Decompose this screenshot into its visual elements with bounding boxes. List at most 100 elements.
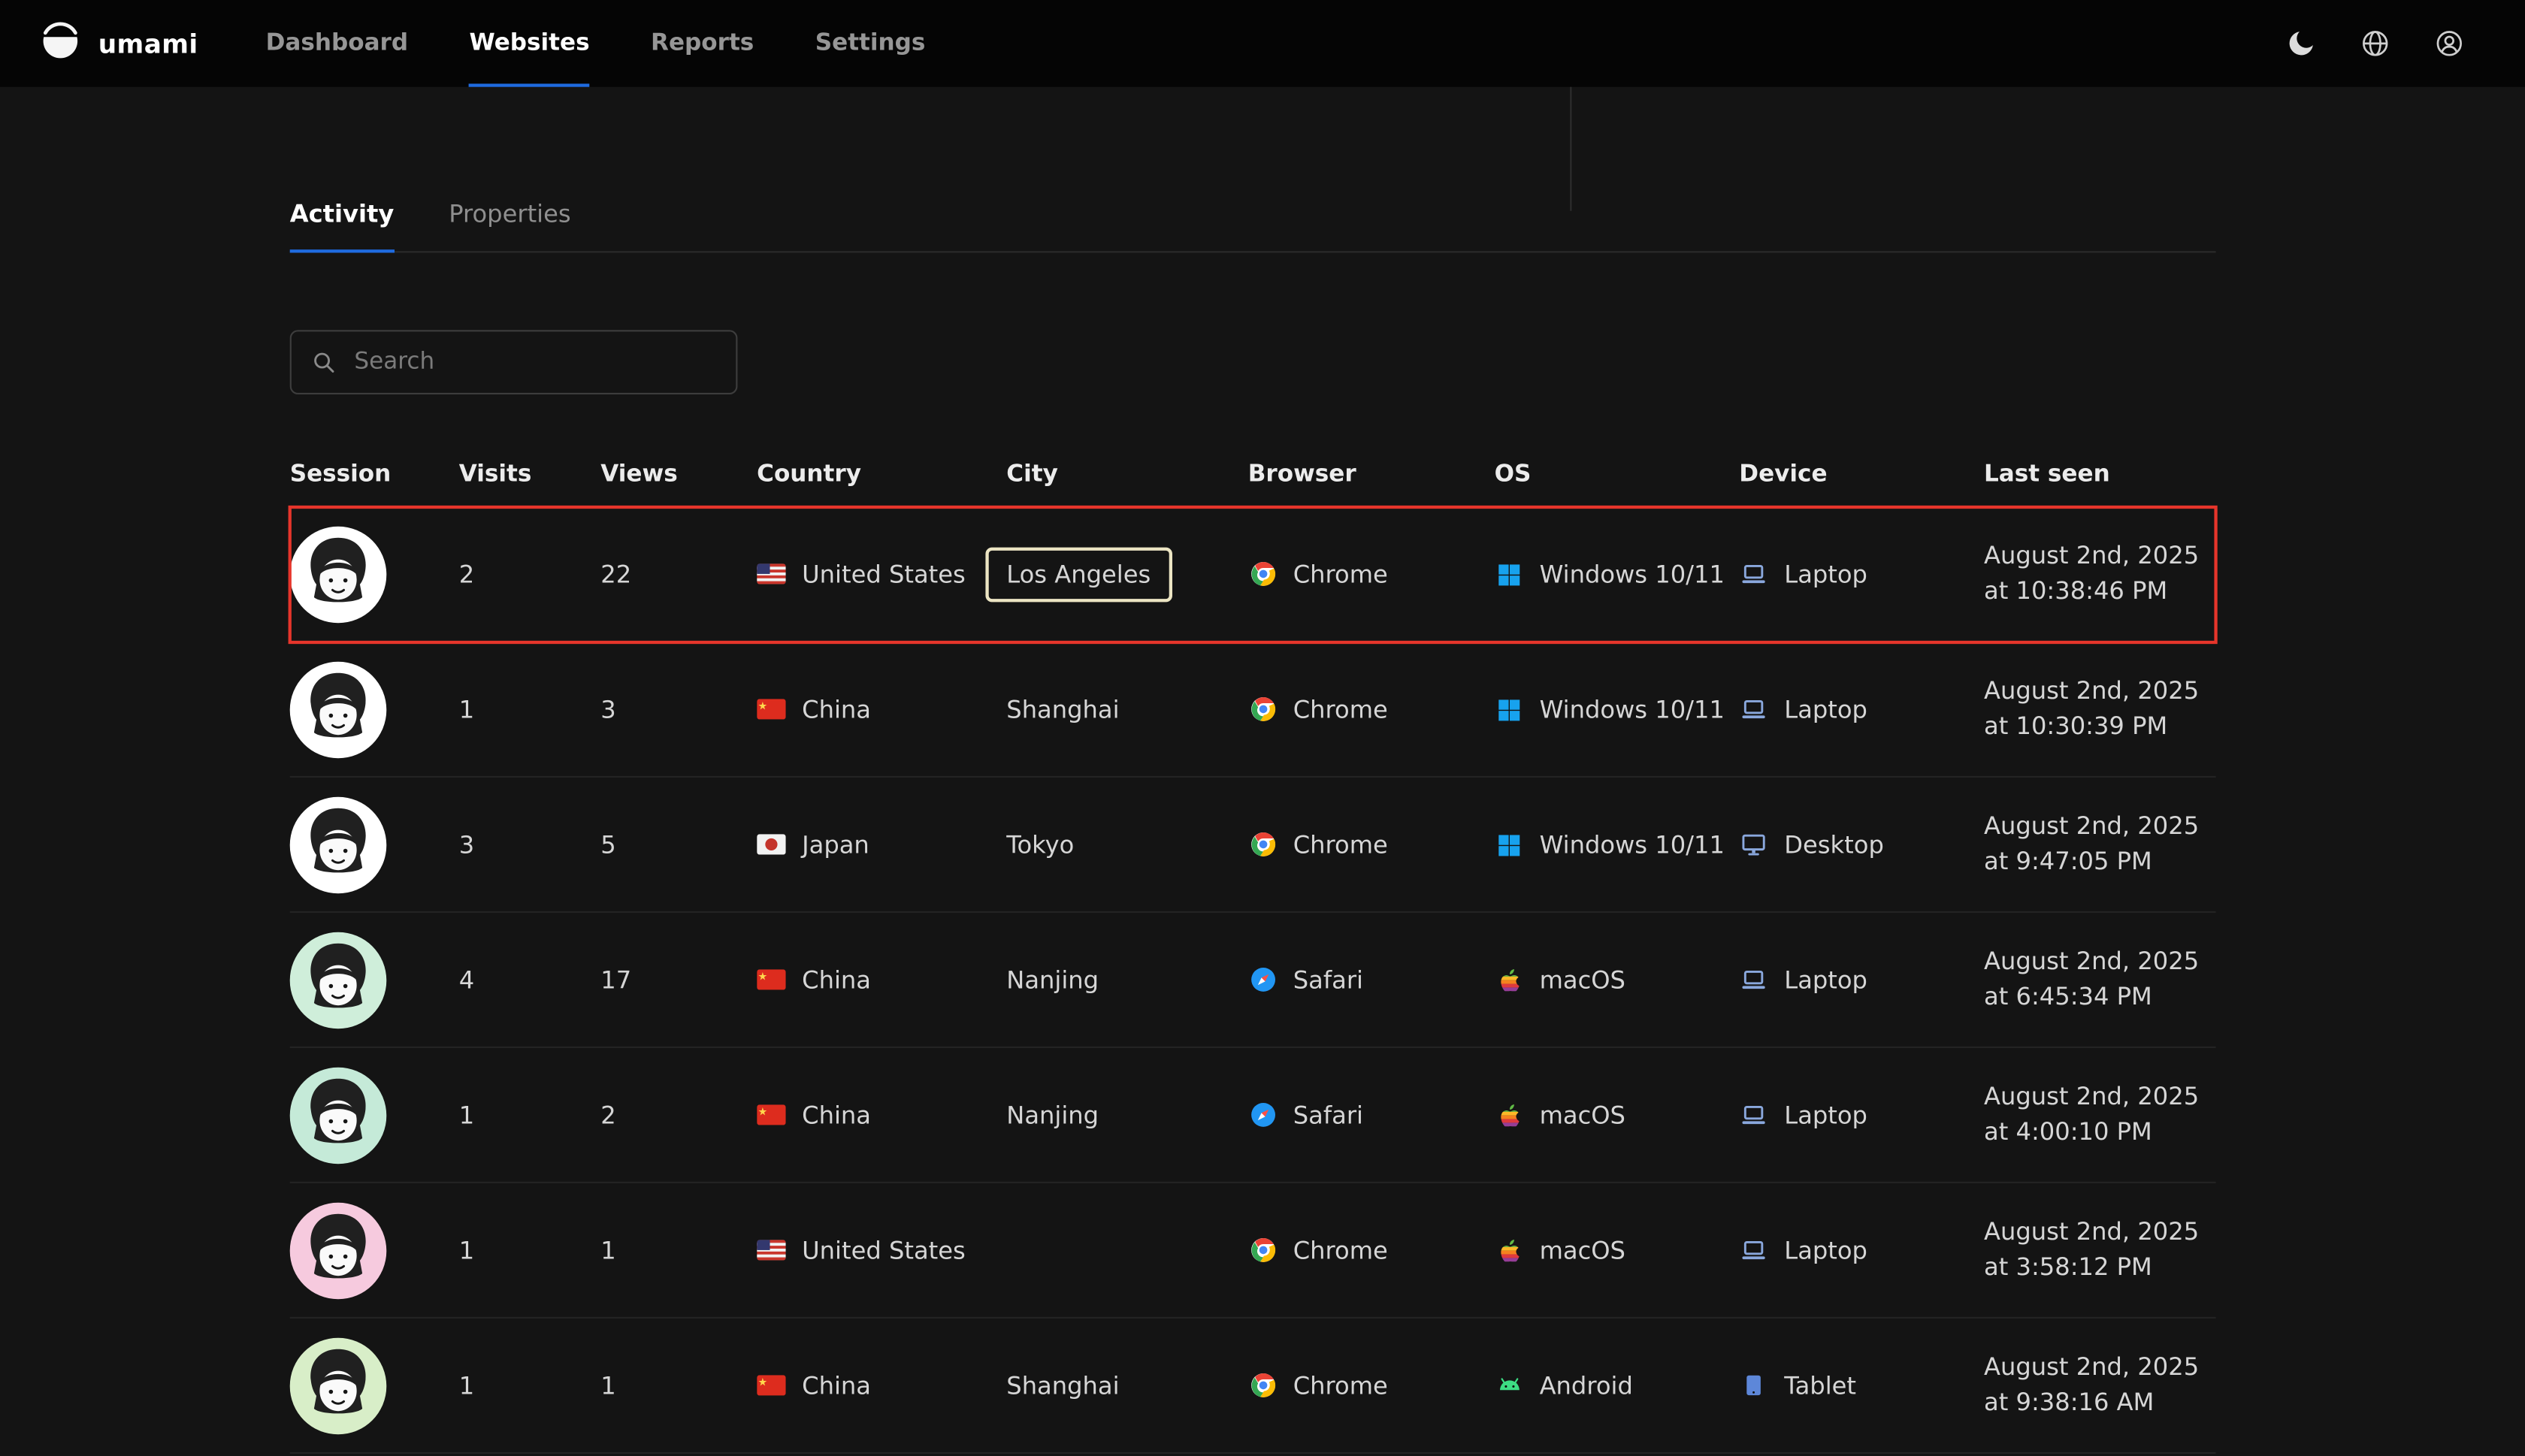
page: umami Dashboard Websites Reports Settings A… bbox=[0, 0, 2525, 1456]
visits-value: 1 bbox=[459, 695, 601, 724]
country-flag-icon bbox=[757, 1240, 786, 1261]
table-row[interactable]: 3 5 Japan Tokyo Chrome Windows 10/11 Des… bbox=[290, 778, 2216, 913]
device-value: Laptop bbox=[1784, 1236, 1867, 1265]
device-icon bbox=[1739, 560, 1768, 589]
profile-button[interactable] bbox=[2422, 16, 2477, 71]
column-header-os: OS bbox=[1495, 462, 1740, 488]
city-value: Nanjing bbox=[1006, 1101, 1099, 1130]
moon-icon bbox=[2285, 27, 2318, 59]
browser-value: Chrome bbox=[1293, 695, 1388, 724]
nav-item-reports[interactable]: Reports bbox=[651, 0, 754, 87]
table-row[interactable]: 1 1 China Shanghai Chrome Android Tablet… bbox=[290, 1319, 2216, 1454]
search-icon bbox=[311, 349, 337, 375]
brand[interactable]: umami bbox=[38, 0, 198, 87]
device-value: Desktop bbox=[1784, 830, 1884, 859]
tab-activity[interactable]: Activity bbox=[290, 200, 395, 253]
column-header-city: City bbox=[1006, 462, 1247, 488]
table-row[interactable]: 2 22 United States Los Angeles Chrome Wi… bbox=[290, 507, 2216, 642]
column-header-browser: Browser bbox=[1248, 462, 1495, 488]
nav-item-websites[interactable]: Websites bbox=[470, 0, 590, 87]
last-seen-value: August 2nd, 2025 at 10:38:46 PM bbox=[1984, 539, 2216, 608]
device-value: Laptop bbox=[1784, 695, 1867, 724]
theme-toggle-button[interactable] bbox=[2274, 16, 2329, 71]
os-value: Windows 10/11 bbox=[1540, 695, 1725, 724]
brand-name: umami bbox=[98, 29, 198, 59]
country-value: China bbox=[802, 695, 871, 724]
session-avatar bbox=[290, 1067, 387, 1164]
country-value: United States bbox=[802, 1236, 966, 1265]
country-flag-icon bbox=[757, 699, 786, 720]
browser-value: Chrome bbox=[1293, 1371, 1388, 1400]
city-value: Tokyo bbox=[1006, 830, 1074, 859]
views-value: 3 bbox=[600, 695, 757, 724]
views-value: 22 bbox=[600, 560, 757, 589]
session-avatar bbox=[290, 1337, 387, 1434]
country-value: Japan bbox=[802, 830, 869, 859]
visits-value: 1 bbox=[459, 1371, 601, 1400]
country-value: China bbox=[802, 1101, 871, 1130]
search-box bbox=[290, 330, 738, 394]
table-body: 2 22 United States Los Angeles Chrome Wi… bbox=[290, 507, 2216, 1454]
os-value: macOS bbox=[1540, 1236, 1625, 1265]
os-value: Windows 10/11 bbox=[1540, 830, 1725, 859]
last-seen-value: August 2nd, 2025 at 10:30:39 PM bbox=[1984, 675, 2216, 743]
table-row[interactable]: 4 17 China Nanjing Safari macOS Laptop A… bbox=[290, 913, 2216, 1048]
os-value: macOS bbox=[1540, 965, 1625, 995]
country-flag-icon bbox=[757, 834, 786, 855]
last-seen-value: August 2nd, 2025 at 9:47:05 PM bbox=[1984, 810, 2216, 878]
person-icon bbox=[2433, 27, 2466, 59]
search-input[interactable] bbox=[351, 348, 716, 377]
views-value: 5 bbox=[600, 830, 757, 859]
country-flag-icon bbox=[757, 563, 786, 585]
country-value: China bbox=[802, 965, 871, 995]
table-row[interactable]: 1 1 United States Chrome macOS Laptop Au… bbox=[290, 1183, 2216, 1319]
os-icon bbox=[1495, 1102, 1524, 1128]
visits-value: 1 bbox=[459, 1236, 601, 1265]
views-value: 2 bbox=[600, 1101, 757, 1130]
column-header-last-seen: Last seen bbox=[1984, 462, 2216, 488]
browser-icon bbox=[1248, 560, 1278, 588]
country-flag-icon bbox=[757, 1104, 786, 1125]
device-icon bbox=[1739, 1236, 1768, 1265]
device-icon bbox=[1739, 1372, 1768, 1399]
tab-properties[interactable]: Properties bbox=[449, 200, 570, 253]
browser-value: Safari bbox=[1293, 965, 1363, 995]
session-avatar bbox=[290, 796, 387, 893]
table-row[interactable]: 1 3 China Shanghai Chrome Windows 10/11 … bbox=[290, 642, 2216, 778]
device-icon bbox=[1739, 830, 1768, 859]
globe-icon bbox=[2359, 27, 2391, 59]
device-value: Laptop bbox=[1784, 1101, 1867, 1130]
browser-icon bbox=[1248, 1101, 1278, 1128]
last-seen-value: August 2nd, 2025 at 4:00:10 PM bbox=[1984, 1080, 2216, 1149]
column-header-visits: Visits bbox=[459, 462, 601, 488]
country-flag-icon bbox=[757, 1375, 786, 1396]
session-avatar bbox=[290, 932, 387, 1029]
country-value: China bbox=[802, 1371, 871, 1400]
language-button[interactable] bbox=[2348, 16, 2403, 71]
os-value: macOS bbox=[1540, 1101, 1625, 1130]
city-value: Shanghai bbox=[1006, 695, 1119, 724]
panel-divider bbox=[1570, 87, 1571, 211]
browser-icon bbox=[1248, 1372, 1278, 1399]
top-nav-bar: umami Dashboard Websites Reports Settings bbox=[0, 0, 2525, 87]
os-icon bbox=[1495, 832, 1524, 857]
content: Activity Properties SessionVisitsViewsCou… bbox=[290, 200, 2216, 1454]
visits-value: 3 bbox=[459, 830, 601, 859]
sessions-table: SessionVisitsViewsCountryCityBrowserOSDe… bbox=[290, 443, 2216, 1454]
os-icon bbox=[1495, 1237, 1524, 1263]
nav-item-settings[interactable]: Settings bbox=[815, 0, 926, 87]
visits-value: 4 bbox=[459, 965, 601, 995]
os-value: Android bbox=[1540, 1371, 1633, 1400]
table-header: SessionVisitsViewsCountryCityBrowserOSDe… bbox=[290, 443, 2216, 507]
browser-value: Chrome bbox=[1293, 830, 1388, 859]
country-value: United States bbox=[802, 560, 966, 589]
main-nav: Dashboard Websites Reports Settings bbox=[266, 0, 926, 87]
os-icon bbox=[1495, 1372, 1524, 1399]
last-seen-value: August 2nd, 2025 at 6:45:34 PM bbox=[1984, 945, 2216, 1013]
table-row[interactable]: 1 2 China Nanjing Safari macOS Laptop Au… bbox=[290, 1048, 2216, 1183]
device-value: Laptop bbox=[1784, 965, 1867, 995]
os-icon bbox=[1495, 967, 1524, 992]
nav-item-dashboard[interactable]: Dashboard bbox=[266, 0, 409, 87]
views-value: 1 bbox=[600, 1236, 757, 1265]
views-value: 17 bbox=[600, 965, 757, 995]
